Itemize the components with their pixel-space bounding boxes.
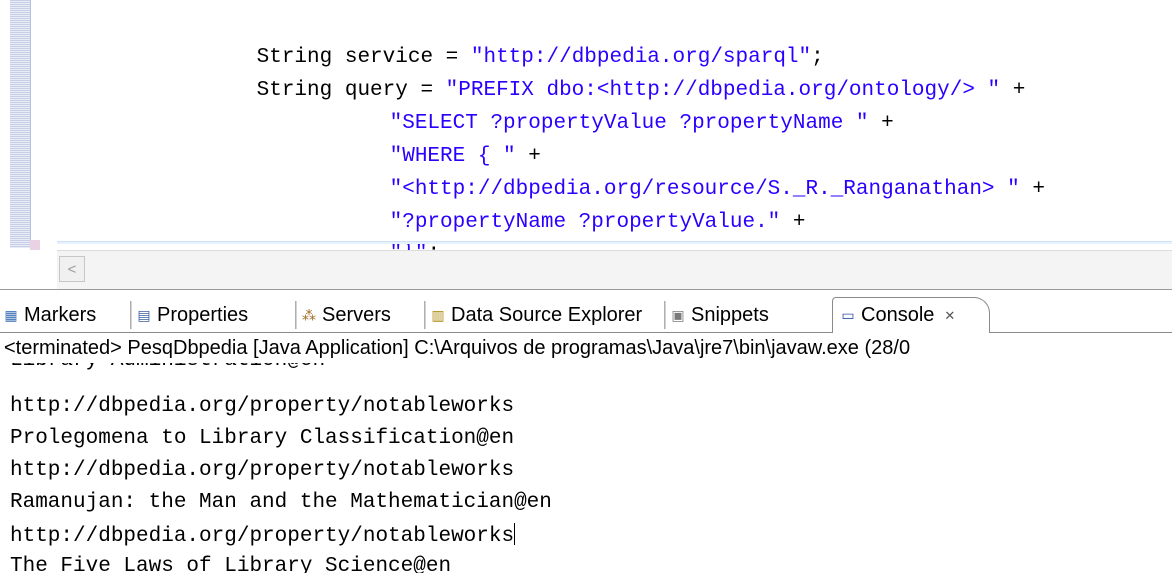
tab-separator	[130, 301, 132, 329]
tab-label: Servers	[322, 303, 391, 326]
tab-snippets[interactable]: ▣ Snippets	[669, 298, 769, 332]
data-source-icon: ▥	[431, 306, 445, 323]
tab-label: Console	[861, 304, 935, 326]
console-line: http://dbpedia.org/property/notableworks	[10, 523, 516, 549]
properties-icon: ▤	[137, 306, 151, 323]
console-output[interactable]: Library Administration@en http://dbpedia…	[0, 363, 1172, 573]
tab-label: Properties	[157, 303, 249, 326]
tab-data-source-explorer[interactable]: ▥ Data Source Explorer	[429, 298, 642, 332]
close-icon[interactable]: ✕	[944, 308, 955, 324]
code-string: "?propertyName ?propertyValue."	[389, 211, 781, 234]
tab-properties[interactable]: ▤ Properties	[135, 298, 248, 332]
markers-icon: ▦	[4, 306, 18, 323]
code-editor[interactable]: String service = "http://dbpedia.org/spa…	[0, 0, 1172, 290]
view-tab-bar: ▦ Markers ▤ Properties ⁂ Servers ▥ Data …	[0, 293, 1172, 333]
snippets-icon: ▣	[671, 306, 685, 323]
code-text: +	[1019, 178, 1045, 201]
tab-separator	[664, 301, 666, 329]
console-text: http://dbpedia.org/property/notableworks	[10, 525, 515, 548]
tab-console[interactable]: ▭ Console ✕	[832, 297, 991, 333]
editor-left-ruler	[10, 0, 31, 248]
chevron-left-icon: <	[67, 260, 77, 278]
console-line: Ramanujan: the Man and the Mathematician…	[10, 491, 552, 514]
console-line: Prolegomena to Library Classification@en	[10, 427, 515, 450]
scroll-left-button[interactable]: <	[59, 256, 85, 282]
console-status: <terminated> PesqDbpedia [Java Applicati…	[4, 337, 911, 359]
change-marker	[30, 240, 40, 250]
console-icon: ▭	[841, 307, 855, 323]
tab-label: Snippets	[691, 303, 769, 326]
tab-servers[interactable]: ⁂ Servers	[300, 298, 391, 332]
console-line: The Five Laws of Library Science@en	[10, 555, 452, 573]
console-line: http://dbpedia.org/property/notableworks	[10, 395, 515, 418]
servers-icon: ⁂	[302, 306, 316, 323]
code-text: +	[868, 112, 894, 135]
tab-separator	[295, 301, 297, 329]
tab-separator	[424, 301, 426, 329]
console-line: Library Administration@en	[10, 363, 325, 373]
text-caret	[514, 523, 516, 545]
console-line: http://dbpedia.org/property/notableworks	[10, 459, 515, 482]
horizontal-scrollbar[interactable]: <	[57, 250, 1172, 289]
code-text: +	[780, 211, 806, 234]
code-text: +	[1000, 79, 1026, 102]
tab-label: Data Source Explorer	[451, 303, 643, 326]
tab-label: Markers	[24, 303, 97, 326]
code-area[interactable]: String service = "http://dbpedia.org/spa…	[57, 0, 1172, 265]
tab-markers[interactable]: ▦ Markers	[2, 298, 96, 332]
current-line-highlight	[57, 241, 1172, 244]
